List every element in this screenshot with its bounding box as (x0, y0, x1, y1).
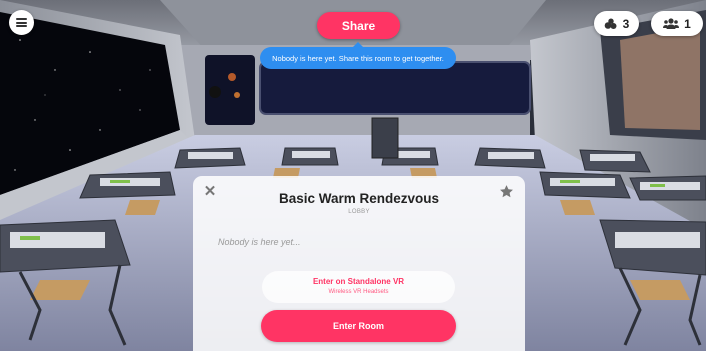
lobby-label: LOBBY (348, 209, 370, 215)
people-icon (663, 17, 680, 29)
enter-vr-label: Enter on Standalone VR (312, 277, 405, 286)
hamburger-icon (16, 18, 27, 27)
enter-vr-button[interactable]: Enter on Standalone VR Wireless VR Heads… (262, 271, 455, 303)
people-button[interactable]: 1 (651, 11, 703, 36)
people-count: 1 (684, 16, 691, 31)
share-tooltip: Nobody is here yet. Share this room to g… (260, 42, 456, 69)
presence-status: Nobody is here yet... (218, 237, 301, 247)
objects-button[interactable]: 3 (594, 11, 639, 36)
objects-count: 3 (622, 16, 630, 31)
share-button[interactable]: Share (317, 12, 400, 39)
room-title: Basic Warm Rendezvous (278, 191, 440, 206)
enter-room-button[interactable]: Enter Room (261, 310, 456, 342)
enter-vr-sublabel: Wireless VR Headsets (328, 289, 389, 295)
objects-icon (604, 18, 617, 29)
menu-button[interactable] (9, 10, 34, 35)
lobby-dialog: ✕ Basic Warm Rendezvous LOBBY Nobody is … (193, 176, 525, 351)
